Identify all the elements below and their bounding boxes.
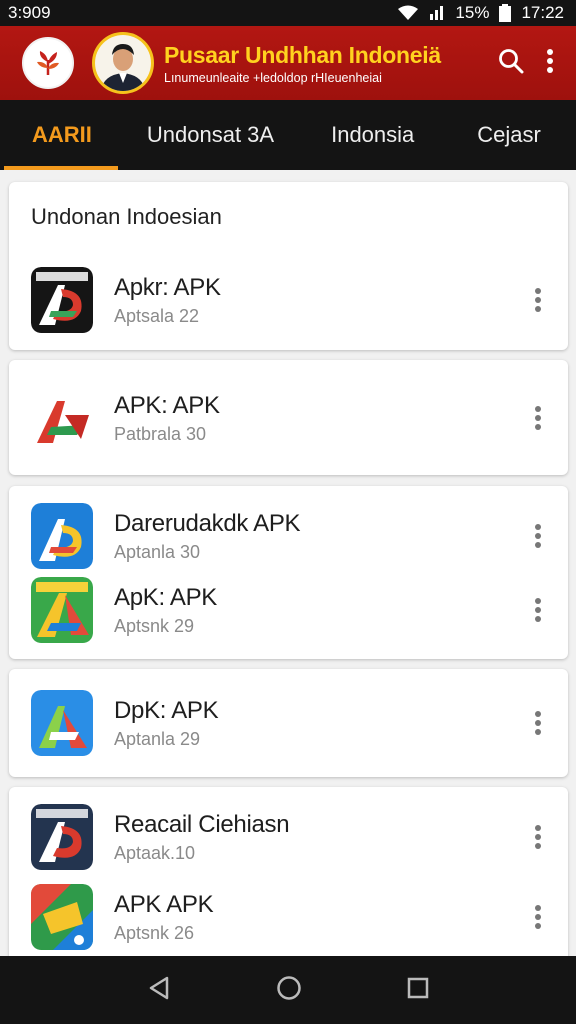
list-item[interactable]: APK APK Aptsnk 26 (9, 879, 568, 955)
more-vert-icon[interactable] (530, 902, 546, 932)
tab-bar: AARII Undonsat 3A Indonsia Cejasr (0, 100, 576, 170)
list-item[interactable]: APK: APK Patbrala 30 (9, 380, 568, 456)
recent-square-icon[interactable] (407, 977, 429, 1004)
app-subtitle: Aptaak.10 (114, 842, 196, 863)
tab-cejasr[interactable]: Cejasr (477, 100, 541, 170)
battery-icon (499, 4, 512, 22)
app-subtitle: Aptsnk 29 (114, 615, 195, 636)
list-item[interactable]: ApK: APK Aptsnk 29 (9, 572, 568, 648)
app-logo-white-ppk-icon (31, 385, 93, 451)
more-vert-icon[interactable] (530, 285, 546, 315)
tab-indonsia[interactable]: Indonsia (331, 100, 414, 170)
signal-icon (429, 5, 445, 21)
app-subtitle: Aptsnk 26 (114, 922, 195, 943)
app-title: ApK: APK (114, 583, 217, 611)
more-vert-icon[interactable] (546, 48, 554, 79)
battery-percent: 15% (455, 3, 490, 22)
tab-undonsat[interactable]: Undonsat 3A (147, 100, 274, 170)
app-title: APK APK (114, 890, 214, 918)
app-subtitle: Aptsala 22 (114, 305, 200, 326)
app-card: Darerudakdk APK Aptanla 30 ApK: APK Apts… (9, 486, 568, 659)
app-title: Pusaar Undhhan Indoneiä (164, 41, 441, 68)
app-title: DpK: APK (114, 696, 219, 724)
app-title-block: Pusaar Undhhan Indoneiä Lınumeunleaite +… (164, 42, 474, 85)
app-logo-green-icon (31, 577, 93, 643)
app-card: DpK: APK Aptanla 29 (9, 669, 568, 777)
list-item[interactable]: DpK: APK Aptanla 29 (9, 685, 568, 761)
status-icons: 15% 17:22 (397, 3, 564, 23)
app-title: Reacail Ciehiasn (114, 810, 290, 838)
home-circle-icon[interactable] (276, 975, 302, 1006)
app-card: APK: APK Patbrala 30 (9, 360, 568, 475)
app-subtitle: Aptanla 30 (114, 541, 201, 562)
more-vert-icon[interactable] (530, 403, 546, 433)
status-time-left: 3:909 (8, 3, 51, 22)
more-vert-icon[interactable] (530, 822, 546, 852)
app-list: Undonan Indoesian Apkr: APK Aptsala 22 A… (0, 170, 576, 956)
app-subtitle: Aptanla 29 (114, 728, 201, 749)
app-logo-blue-light-icon (31, 690, 93, 756)
search-icon[interactable] (498, 48, 524, 79)
app-subtitle: Lınumeunleaite +ledoldop rHIeuenheiai (164, 70, 382, 85)
app-logo-dark-icon (31, 267, 93, 333)
system-nav-bar (0, 956, 576, 1024)
app-card: Reacail Ciehiasn Aptaak.10 APK APK Aptsn… (9, 787, 568, 956)
app-title: Apkr: APK (114, 273, 221, 301)
app-title: APK: APK (114, 391, 220, 419)
status-bar: 3:909 15% 17:22 (0, 0, 576, 26)
list-item[interactable]: Apkr: APK Aptsala 22 (9, 262, 568, 338)
list-item[interactable]: Darerudakdk APK Aptanla 30 (9, 498, 568, 574)
card-header: Undonan Indoesian (31, 204, 222, 229)
wifi-icon (397, 5, 419, 21)
person-avatar[interactable] (92, 32, 154, 94)
leaf-logo-icon[interactable] (22, 37, 74, 89)
list-item[interactable]: Reacail Ciehiasn Aptaak.10 (9, 799, 568, 875)
app-bar: Pusaar Undhhan Indoneiä Lınumeunleaite +… (0, 26, 576, 100)
app-logo-blue-icon (31, 503, 93, 569)
tab-aarii[interactable]: AARII (4, 100, 118, 170)
app-subtitle: Patbrala 30 (114, 423, 207, 444)
app-card: Undonan Indoesian Apkr: APK Aptsala 22 (9, 182, 568, 350)
more-vert-icon[interactable] (530, 521, 546, 551)
app-logo-navy-icon (31, 804, 93, 870)
app-title: Darerudakdk APK (114, 509, 301, 537)
more-vert-icon[interactable] (530, 595, 546, 625)
appbar-actions (498, 48, 554, 79)
back-triangle-icon[interactable] (147, 975, 171, 1006)
app-logo-multicolor-icon (31, 884, 93, 950)
status-time-right: 17:22 (521, 3, 564, 22)
more-vert-icon[interactable] (530, 708, 546, 738)
